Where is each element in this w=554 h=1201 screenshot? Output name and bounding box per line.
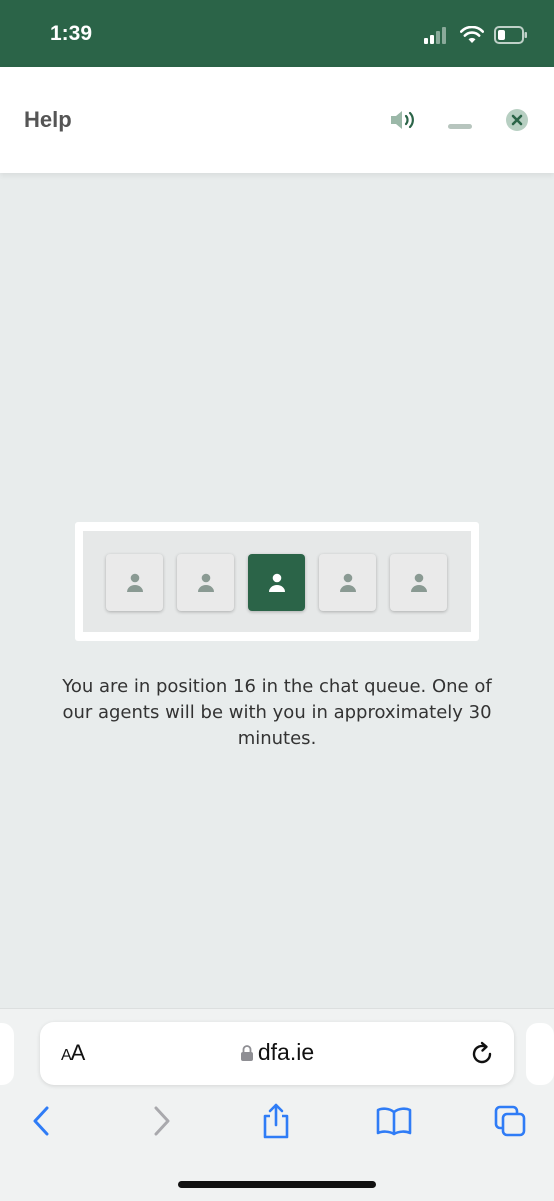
queue-track (83, 531, 471, 632)
tabs-button[interactable] (490, 1101, 530, 1141)
tabs-icon (494, 1105, 526, 1137)
share-button[interactable] (256, 1101, 296, 1141)
sound-button[interactable] (388, 105, 420, 135)
speaker-icon (391, 111, 414, 129)
next-tab-peek[interactable] (526, 1023, 554, 1085)
bookmarks-icon (376, 1107, 412, 1136)
status-time: 1:39 (50, 22, 93, 45)
minimize-icon (448, 124, 472, 129)
help-title: Help (24, 107, 72, 132)
queue-slot (177, 554, 234, 611)
url-text: dfa.ie (257, 1039, 315, 1065)
person-icon (410, 573, 427, 592)
forward-button[interactable] (142, 1101, 182, 1141)
queue-slot (390, 554, 447, 611)
queue-status-message: You are in position 16 in the chat queue… (62, 676, 492, 749)
forward-icon (154, 1106, 170, 1136)
bookmarks-button[interactable] (374, 1101, 414, 1141)
reload-button[interactable] (470, 1039, 496, 1071)
queue-slot (319, 554, 376, 611)
cellular-signal-icon (424, 27, 446, 44)
minimize-button[interactable] (446, 105, 474, 135)
back-button[interactable] (21, 1101, 61, 1141)
queue-slot (106, 554, 163, 611)
status-icons (424, 22, 528, 48)
person-icon (126, 573, 143, 592)
previous-tab-peek[interactable] (0, 1023, 14, 1085)
queue-indicator (75, 522, 479, 641)
share-icon (263, 1103, 289, 1139)
browser-toolbar: AA dfa.ie (0, 1008, 554, 1201)
help-header: Help (0, 67, 554, 173)
home-indicator[interactable] (178, 1181, 376, 1188)
wifi-icon (460, 26, 484, 43)
url-display[interactable]: dfa.ie (40, 1039, 514, 1066)
lock-icon (240, 1044, 253, 1061)
queue-slot-current (248, 554, 305, 611)
address-bar[interactable]: AA dfa.ie (40, 1022, 514, 1085)
back-icon (33, 1106, 49, 1136)
reload-icon (472, 1041, 492, 1064)
battery-icon (494, 26, 527, 44)
close-icon (506, 109, 528, 131)
person-icon (197, 573, 214, 592)
person-icon (339, 573, 356, 592)
status-bar: 1:39 (0, 0, 554, 67)
person-icon (268, 573, 285, 592)
browser-nav (0, 1101, 554, 1141)
close-button[interactable] (502, 105, 532, 135)
